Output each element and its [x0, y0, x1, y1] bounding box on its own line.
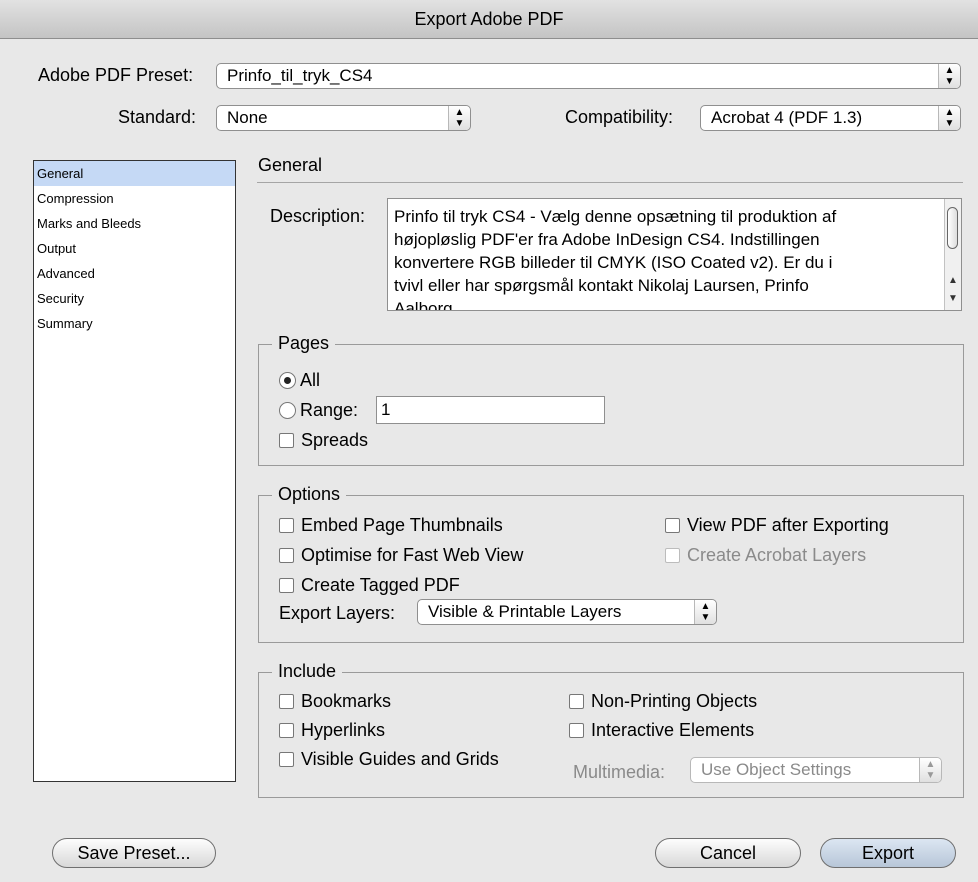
pages-all-option[interactable]: All	[279, 370, 320, 391]
standard-label: Standard:	[118, 107, 197, 127]
checkbox-icon[interactable]	[279, 548, 294, 563]
multimedia-label: Multimedia:	[573, 762, 666, 782]
description-textarea[interactable]: Prinfo til tryk CS4 - Vælg denne opsætni…	[387, 198, 962, 311]
radio-unselected-icon[interactable]	[279, 402, 296, 419]
preset-dropdown[interactable]: Prinfo_til_tryk_CS4 ▲ ▼	[216, 63, 961, 89]
description-line: konvertere RGB billeder til CMYK (ISO Co…	[394, 253, 833, 272]
export-layers-label: Export Layers:	[279, 603, 396, 623]
checkbox-icon[interactable]	[569, 694, 584, 709]
sidebar-item-output[interactable]: Output	[34, 236, 235, 261]
sidebar-item-marks-and-bleeds[interactable]: Marks and Bleeds	[34, 211, 235, 236]
scroll-down-icon[interactable]: ▼	[948, 287, 958, 310]
pages-range-label: Range:	[300, 400, 359, 420]
range-input[interactable]: 1	[376, 396, 605, 424]
checkbox-disabled-icon	[665, 548, 680, 563]
optimise-web-option[interactable]: Optimise for Fast Web View	[279, 545, 523, 566]
cancel-button[interactable]: Cancel	[655, 838, 801, 868]
checkbox-icon[interactable]	[665, 518, 680, 533]
export-layers-dropdown[interactable]: Visible & Printable Layers ▲ ▼	[417, 599, 717, 625]
embed-thumbnails-label: Embed Page Thumbnails	[301, 515, 503, 535]
preset-value: Prinfo_til_tryk_CS4	[227, 66, 373, 85]
preset-label: Adobe PDF Preset:	[38, 65, 194, 85]
hyperlinks-label: Hyperlinks	[301, 720, 386, 740]
compatibility-dropdown[interactable]: Acrobat 4 (PDF 1.3) ▲ ▼	[700, 105, 961, 131]
updown-arrows-icon: ▲ ▼	[694, 600, 716, 624]
description-line: tvivl eller har spørgsmål kontakt Nikola…	[394, 276, 809, 295]
sidebar-item-summary[interactable]: Summary	[34, 311, 235, 336]
radio-selected-icon[interactable]	[279, 372, 296, 389]
section-divider	[257, 182, 963, 183]
window-title: Export Adobe PDF	[0, 0, 978, 39]
guides-grids-label: Visible Guides and Grids	[301, 749, 499, 769]
updown-arrows-icon: ▲ ▼	[938, 106, 960, 130]
options-group-title: Options	[272, 484, 347, 505]
interactive-label: Interactive Elements	[591, 720, 755, 740]
export-pdf-dialog: Export Adobe PDF Adobe PDF Preset: Prinf…	[0, 0, 978, 882]
view-after-option[interactable]: View PDF after Exporting	[665, 515, 889, 536]
updown-arrows-icon: ▲ ▼	[448, 106, 470, 130]
include-group-title: Include	[272, 661, 343, 682]
acrobat-layers-label: Create Acrobat Layers	[687, 545, 867, 565]
description-line: højopløslig PDF'er fra Adobe InDesign CS…	[394, 230, 820, 249]
description-line: Prinfo til tryk CS4 - Vælg denne opsætni…	[394, 207, 837, 226]
multimedia-dropdown: Use Object Settings ▲ ▼	[690, 757, 942, 783]
guides-grids-option[interactable]: Visible Guides and Grids	[279, 749, 499, 770]
tagged-pdf-label: Create Tagged PDF	[301, 575, 460, 595]
standard-dropdown[interactable]: None ▲ ▼	[216, 105, 471, 131]
embed-thumbnails-option[interactable]: Embed Page Thumbnails	[279, 515, 503, 536]
pages-range-option[interactable]: Range:	[279, 400, 358, 421]
bookmarks-label: Bookmarks	[301, 691, 392, 711]
sidebar-item-general[interactable]: General	[34, 161, 235, 186]
checkbox-icon[interactable]	[279, 694, 294, 709]
hyperlinks-option[interactable]: Hyperlinks	[279, 720, 385, 741]
multimedia-value: Use Object Settings	[701, 760, 852, 779]
sidebar-item-security[interactable]: Security	[34, 286, 235, 311]
checkbox-icon[interactable]	[279, 752, 294, 767]
checkbox-icon[interactable]	[279, 578, 294, 593]
interactive-option[interactable]: Interactive Elements	[569, 720, 754, 741]
description-label: Description:	[270, 206, 366, 226]
standard-value: None	[227, 108, 268, 127]
tagged-pdf-option[interactable]: Create Tagged PDF	[279, 575, 460, 596]
updown-arrows-icon: ▲ ▼	[938, 64, 960, 88]
updown-arrows-icon: ▲ ▼	[919, 758, 941, 782]
checkbox-icon[interactable]	[569, 723, 584, 738]
compatibility-value: Acrobat 4 (PDF 1.3)	[711, 108, 863, 127]
category-list: General Compression Marks and Bleeds Out…	[33, 160, 236, 782]
optimise-web-label: Optimise for Fast Web View	[301, 545, 524, 565]
export-layers-value: Visible & Printable Layers	[428, 602, 622, 621]
scrollbar-thumb[interactable]	[947, 207, 958, 249]
export-button[interactable]: Export	[820, 838, 956, 868]
compatibility-label: Compatibility:	[565, 107, 674, 127]
non-printing-label: Non-Printing Objects	[591, 691, 758, 711]
view-after-label: View PDF after Exporting	[687, 515, 889, 535]
checkbox-icon[interactable]	[279, 433, 294, 448]
spreads-label: Spreads	[301, 430, 369, 450]
checkbox-icon[interactable]	[279, 723, 294, 738]
checkbox-icon[interactable]	[279, 518, 294, 533]
spreads-option[interactable]: Spreads	[279, 430, 368, 451]
bookmarks-option[interactable]: Bookmarks	[279, 691, 391, 712]
pages-all-label: All	[300, 370, 321, 390]
non-printing-option[interactable]: Non-Printing Objects	[569, 691, 757, 712]
sidebar-item-advanced[interactable]: Advanced	[34, 261, 235, 286]
pages-group-title: Pages	[272, 333, 336, 354]
description-scrollbar[interactable]: ▲ ▼	[944, 199, 961, 310]
save-preset-button[interactable]: Save Preset...	[52, 838, 216, 868]
description-line: Aalborg	[394, 299, 453, 311]
section-title: General	[258, 155, 323, 175]
acrobat-layers-option: Create Acrobat Layers	[665, 545, 866, 566]
sidebar-item-compression[interactable]: Compression	[34, 186, 235, 211]
